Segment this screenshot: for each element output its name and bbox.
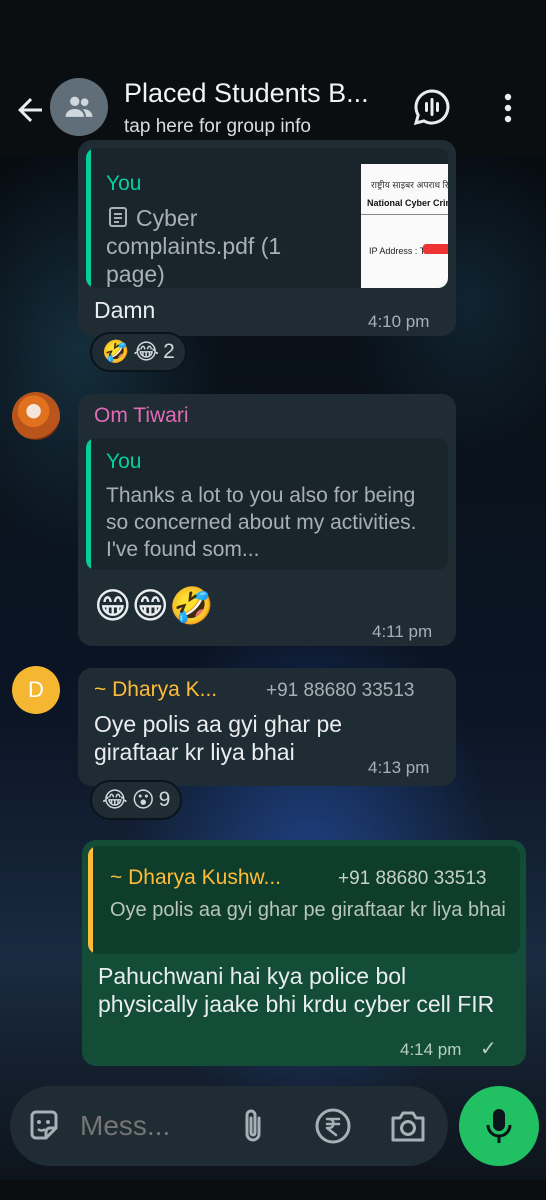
quote-phone: +91 88680 33513 <box>338 868 487 889</box>
reaction-emoji: 🤣 <box>102 339 130 364</box>
quote-text: Thanks a lot to you also for being so co… <box>106 484 417 561</box>
message-bubble[interactable]: You Cyber complaints.pdf (1 page) राष्ट्… <box>78 140 456 336</box>
voice-record-button[interactable] <box>459 1086 539 1166</box>
sender-name[interactable]: ~ Dharya K... <box>94 678 217 702</box>
read-status-icon: ✓ <box>480 1038 497 1060</box>
message-bubble-outgoing[interactable]: ~ Dharya Kushw... +91 88680 33513 Oye po… <box>82 840 526 1066</box>
quote-text: Oye polis aa gyi ghar pe giraftaar kr li… <box>110 899 506 921</box>
message-composer[interactable] <box>10 1086 448 1166</box>
sticker-icon[interactable] <box>26 1108 62 1144</box>
redaction-mark <box>423 244 448 254</box>
reaction-emoji: 😂 <box>102 787 128 812</box>
sender-name[interactable]: Om Tiwari <box>94 404 189 428</box>
quote-sender: You <box>106 172 142 195</box>
thumbnail-text-english: National Cyber Crime Rep <box>367 198 448 208</box>
quote-sender: ~ Dharya Kushw... <box>110 866 282 889</box>
reactions-pill[interactable]: 🤣 😂 2 <box>90 332 187 372</box>
reactions-pill[interactable]: 😂 😮 9 <box>90 780 183 820</box>
thumbnail-text-hindi: राष्ट्रीय साइबर अपराध रिपोर्टिंग <box>371 180 448 190</box>
reaction-count: 2 <box>163 340 175 363</box>
message-bubble[interactable]: Om Tiwari You Thanks a lot to you also f… <box>78 394 456 646</box>
message-text: 😁😁🤣 <box>94 585 214 626</box>
message-time: 4:14 pm <box>400 1040 462 1059</box>
group-title[interactable]: Placed Students B... <box>124 78 369 109</box>
quote-bar <box>86 438 91 570</box>
voice-chat-icon[interactable] <box>412 87 452 127</box>
message-text: Damn <box>94 297 156 323</box>
reaction-emoji: 😮 <box>131 787 155 812</box>
navigation-bar <box>0 1180 546 1200</box>
group-icon <box>65 96 93 117</box>
message-time: 4:13 pm <box>368 758 430 777</box>
thumbnail-ip-label: IP Address : T <box>369 246 426 256</box>
message-bubble[interactable]: ~ Dharya K... +91 88680 33513 Oye polis … <box>78 668 456 786</box>
group-avatar[interactable] <box>50 78 108 136</box>
message-input[interactable] <box>80 1104 220 1148</box>
message-text: Oye polis aa gyi ghar pe giraftaar kr li… <box>94 711 343 765</box>
avatar-letter: D <box>28 677 44 702</box>
sender-phone[interactable]: +91 88680 33513 <box>266 680 414 702</box>
message-time: 4:11 pm <box>372 622 433 641</box>
microphone-icon <box>486 1109 512 1143</box>
message-text: Pahuchwani hai kya police bol physically… <box>98 963 495 1017</box>
avatar[interactable]: D <box>12 666 60 714</box>
quoted-message[interactable]: ~ Dharya Kushw... +91 88680 33513 Oye po… <box>88 846 520 954</box>
attach-icon[interactable] <box>238 1106 268 1146</box>
quote-bar <box>88 846 93 954</box>
quoted-message[interactable]: You Cyber complaints.pdf (1 page) राष्ट्… <box>86 148 448 288</box>
camera-icon[interactable] <box>388 1107 428 1145</box>
avatar[interactable] <box>12 392 60 440</box>
quoted-message[interactable]: You Thanks a lot to you also for being s… <box>86 438 448 570</box>
reaction-emoji: 😂 <box>133 339 160 364</box>
quote-document-name: Cyber complaints.pdf (1 page) <box>106 205 282 287</box>
status-bar <box>0 0 546 60</box>
back-arrow-icon[interactable] <box>12 92 48 128</box>
message-time: 4:10 pm <box>368 312 430 331</box>
reaction-count: 9 <box>158 788 171 811</box>
group-info-hint[interactable]: tap here for group info <box>124 116 311 138</box>
quote-bar <box>86 148 91 288</box>
document-thumbnail: राष्ट्रीय साइबर अपराध रिपोर्टिंग Nationa… <box>361 164 448 288</box>
quote-sender: You <box>106 450 142 473</box>
rupee-payment-icon[interactable] <box>314 1107 352 1145</box>
more-options-icon[interactable] <box>494 90 522 126</box>
